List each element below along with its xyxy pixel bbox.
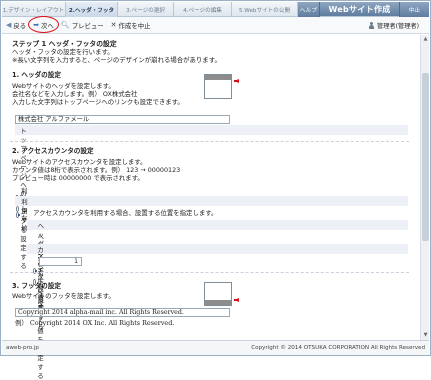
scroll-up-icon[interactable]: ▲: [421, 35, 430, 44]
abort-label: 作成を中止: [118, 21, 151, 30]
red-pointer-icon: [234, 79, 239, 83]
header-preview-thumbnail: [204, 74, 232, 99]
magnifier-icon: 🔍︎: [60, 21, 70, 29]
section-divider: [10, 272, 409, 273]
header-desc-3: 入力した文字列はトップページへのリンクも設定できます。: [12, 98, 184, 106]
header-desc-2: 会社名などを入力します。例） OX株式会社: [12, 90, 138, 98]
header-desc-1: Webサイトのヘッダを設定します。: [12, 82, 115, 90]
footer-preview-thumbnail: [204, 282, 232, 306]
header-link-row: [15, 125, 408, 135]
counter-desc-3: プレビュー時は 00000000 で表示されます。: [12, 174, 144, 182]
next-button[interactable]: ➡ 次へ: [28, 15, 60, 33]
preview-label: プレビュー: [71, 21, 104, 30]
step-page-edit[interactable]: 4.ページの編集: [174, 2, 232, 17]
counter-desc-1: Webサイトのアクセスカウンタを設定します。: [12, 158, 147, 166]
step-site-publish[interactable]: 5.Webサイトの公開: [232, 2, 298, 17]
user-icon: [368, 22, 375, 29]
red-pointer-icon: [234, 298, 239, 302]
counter-desc-2: カウンタ値は8桁で表示されます。例） 123 → 00000123: [12, 166, 181, 174]
help-button[interactable]: ヘルプ: [298, 2, 320, 17]
highlight-circle: [28, 15, 60, 33]
step-header-footer[interactable]: 2.ヘッダ・フッタ: [66, 2, 118, 17]
header-bar-shape: [205, 75, 231, 80]
footer-copyright: Copyright © 2014 OTSUKA CORPORATION All …: [251, 345, 425, 351]
abort-tab-label: 中止: [408, 8, 421, 14]
counter-section-title: 2. アクセスカウンタの設定: [12, 147, 94, 155]
step-design-layout[interactable]: 1.デザイン・レイアウト: [2, 2, 66, 17]
toolbar: ◀ 戻る ➡ 次へ 🔍︎ プレビュー ✕ 作成を中止 管理者(管理者): [2, 15, 429, 34]
close-x-icon: ✕: [110, 21, 117, 29]
back-arrow-icon: ◀: [6, 21, 12, 29]
intro-line-2: ※長い文字列を入力すると、ページのデザインが崩れる場合があります。: [12, 56, 221, 65]
step-title: ステップ 1 ヘッダ・フッタの設定: [12, 40, 117, 48]
counter-on-row: [15, 196, 408, 206]
position-instruction: アクセスカウンタを利用する場合、設置する位置を指定します。: [33, 209, 218, 217]
step-label: 2.ヘッダ・フッタ: [68, 7, 115, 14]
step-label: 5.Webサイトの公開: [238, 7, 291, 14]
content-scrollbar[interactable]: ▲ ▼: [420, 35, 429, 340]
section-divider: [10, 141, 409, 142]
user-label: 管理者(管理者): [377, 23, 419, 30]
footer-domain: aweb-pro.jp: [6, 345, 39, 351]
footer-text-input[interactable]: Copyright 2014 alpha-mail inc. All Right…: [15, 308, 230, 317]
step-label: 1.デザイン・レイアウト: [2, 7, 65, 14]
start-value-input[interactable]: 1: [39, 257, 82, 266]
footer-section-title: 3. フッタの設定: [12, 282, 61, 290]
abort-tab-button[interactable]: 中止: [399, 2, 429, 17]
pos-left-row: [27, 220, 408, 230]
abort-button[interactable]: ✕ 作成を中止: [111, 21, 151, 30]
step-label: 3.ページの選択: [126, 7, 165, 14]
help-label: ヘルプ: [299, 8, 318, 14]
app-title: Webサイト作成: [320, 2, 399, 16]
step-bar: 1.デザイン・レイアウト 2.ヘッダ・フッタ 3.ページの選択 4.ページの編集…: [2, 2, 429, 17]
preview-button[interactable]: 🔍︎ プレビュー: [61, 21, 104, 30]
counter-on-radio[interactable]: [16, 212, 21, 218]
app-title-text: Webサイト作成: [328, 4, 391, 14]
scroll-thumb[interactable]: [422, 73, 429, 241]
back-button[interactable]: ◀ 戻る: [6, 21, 26, 30]
wizard-window: 1.デザイン・レイアウト 2.ヘッダ・フッタ 3.ページの選択 4.ページの編集…: [0, 0, 431, 380]
scroll-down-icon[interactable]: ▼: [421, 331, 430, 340]
page-footer: aweb-pro.jp Copyright © 2014 OTSUKA CORP…: [2, 340, 429, 355]
start-value-row: [27, 244, 408, 254]
user-indicator: 管理者(管理者): [368, 21, 419, 30]
footer-bar-shape: [205, 300, 231, 305]
back-label: 戻る: [13, 21, 27, 30]
header-text-input[interactable]: 株式会社 アルファメール: [15, 115, 230, 124]
footer-desc-1: Webサイトのフッタを設定します。: [12, 292, 115, 300]
footer-example-text: 例） Copyright 2014 OX Inc. All Rights Res…: [15, 319, 175, 327]
header-section-title: 1. ヘッダの設定: [12, 71, 61, 79]
step-label: 4.ページの編集: [183, 7, 222, 14]
step-page-select[interactable]: 3.ページの選択: [118, 2, 174, 17]
